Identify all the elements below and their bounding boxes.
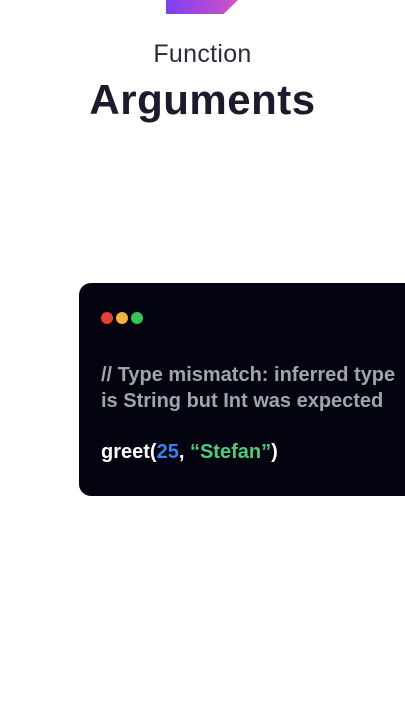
window-dot-green-icon	[131, 312, 143, 324]
page-subtitle: Function	[153, 40, 252, 68]
brand-logo-icon	[166, 0, 238, 14]
code-close-paren: )	[271, 441, 278, 463]
code-string-argument: “Stefan”	[189, 441, 272, 463]
slide: Function Arguments // Type mismatch: inf…	[0, 0, 405, 720]
code-number-argument: 25	[156, 441, 179, 463]
code-comment-line-1: // Type mismatch: inferred type	[101, 364, 396, 386]
code-window: // Type mismatch: inferred type is Strin…	[79, 283, 405, 496]
code-comment-line-2: is String but Int was expected	[101, 390, 384, 412]
page-title: Arguments	[89, 76, 316, 123]
window-controls	[101, 312, 143, 324]
code-call-line: greet(25, “Stefan”)	[101, 441, 278, 464]
code-function-name: greet(	[101, 441, 157, 463]
code-comment: // Type mismatch: inferred type is Strin…	[101, 362, 405, 414]
window-dot-yellow-icon	[116, 312, 128, 324]
code-separator: ,	[178, 441, 190, 463]
window-dot-red-icon	[101, 312, 113, 324]
